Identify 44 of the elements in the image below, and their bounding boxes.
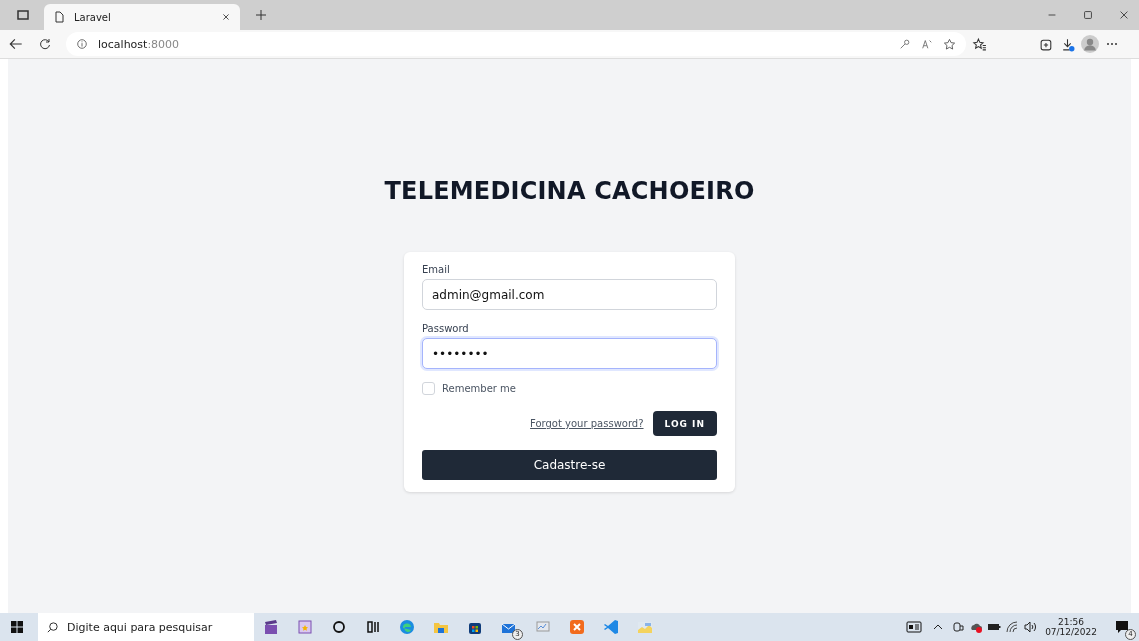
close-icon — [1118, 9, 1130, 21]
page-heading: TELEMEDICINA CACHOEIRO — [384, 177, 755, 205]
email-field[interactable]: admin@gmail.com — [422, 279, 717, 310]
window-icon — [16, 8, 30, 22]
read-aloud-icon[interactable] — [921, 38, 933, 50]
favorites-icon[interactable] — [972, 36, 987, 52]
code-editor-icon[interactable] — [602, 618, 620, 636]
register-button[interactable]: Cadastre-se — [422, 450, 717, 480]
square-icon — [1082, 9, 1094, 21]
close-icon[interactable] — [220, 11, 232, 23]
remember-checkbox[interactable] — [422, 382, 435, 395]
clapperboard-icon[interactable] — [262, 618, 280, 636]
circular-arrow-icon — [38, 37, 52, 51]
browser-icon[interactable] — [398, 618, 416, 636]
checkbox-label: Remember me — [442, 383, 516, 394]
login-button[interactable]: LOG IN — [652, 411, 717, 436]
meeting-icon[interactable] — [951, 620, 966, 634]
address-bar[interactable]: localhost:8000 — [66, 32, 966, 56]
notifications-icon[interactable] — [1113, 618, 1131, 636]
field-label: Password — [422, 323, 470, 334]
field-label: Email — [422, 264, 451, 275]
clock[interactable]: 21:56 07/12/2022 — [1045, 617, 1097, 637]
password-field[interactable]: •••••••• — [422, 338, 717, 369]
app-icon[interactable] — [568, 618, 586, 636]
circle-icon[interactable] — [330, 618, 348, 636]
taskbar-search-field[interactable]: Digite aqui para pesquisar — [38, 613, 254, 641]
start-icon[interactable] — [8, 618, 26, 636]
wifi-icon[interactable] — [1005, 620, 1020, 634]
search-placeholder: Digite aqui para pesquisar — [67, 620, 213, 634]
url-text: localhost:8000 — [98, 37, 180, 51]
key-icon[interactable] — [899, 38, 911, 50]
forgot-password-link[interactable]: Forgot your password? — [530, 418, 644, 429]
back-icon[interactable] — [8, 36, 24, 52]
news-icon[interactable] — [905, 618, 924, 636]
page-icon — [52, 10, 66, 24]
task-view-icon[interactable] — [364, 618, 382, 636]
browser-tab[interactable]: Laravel — [44, 4, 240, 30]
star-icon[interactable] — [943, 37, 956, 51]
download-icon[interactable] — [1060, 36, 1075, 52]
avatar-icon[interactable] — [1081, 35, 1099, 53]
search-icon — [46, 620, 59, 634]
info-icon — [76, 38, 88, 50]
volume-icon[interactable] — [1023, 620, 1038, 634]
plus-icon — [254, 8, 268, 22]
